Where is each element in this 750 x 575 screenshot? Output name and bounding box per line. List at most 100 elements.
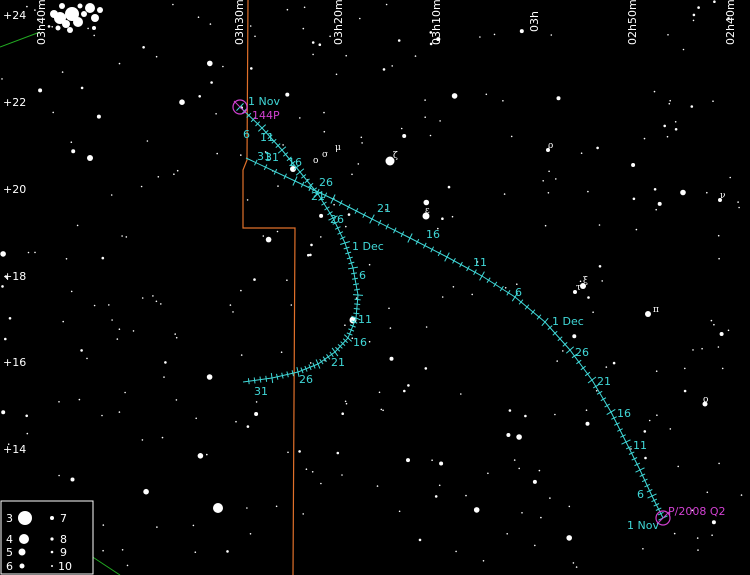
background-star [163,376,165,378]
background-star [302,27,305,30]
background-star [318,43,322,46]
background-star [101,414,103,417]
background-star [240,154,242,156]
star-name-label: ξ [583,276,588,286]
legend-mag-label: 8 [60,533,67,546]
ra-label: 03h [528,11,541,32]
background-star [718,257,720,260]
background-star [70,141,73,143]
background-star [587,296,590,299]
background-star [434,495,438,498]
star-name-label: o [703,395,708,405]
background-star [632,197,636,201]
background-star [38,88,43,93]
dec-label: +24 [3,9,26,22]
path-date-label: 16 [426,228,440,241]
background-star [710,319,713,322]
background-star [717,234,720,237]
background-star [655,208,657,211]
background-star [341,412,345,416]
background-star [439,120,441,122]
background-star [344,400,347,403]
background-star [52,111,54,114]
background-star [508,409,512,412]
legend-star-symbol [18,548,26,556]
star-name-label: τ [576,283,581,293]
background-star [402,134,407,138]
background-star [140,185,143,188]
background-star [141,297,144,299]
background-star [502,100,504,102]
background-star [250,67,253,70]
background-star [96,114,101,119]
background-star [403,389,406,393]
background-star [389,327,392,329]
background-star [197,453,204,459]
background-star [706,491,709,494]
background-star [425,326,428,328]
background-star [657,201,662,206]
cluster-star [73,17,83,27]
background-star [320,236,322,238]
background-star [380,408,383,411]
background-star [697,549,699,551]
background-star [142,46,145,49]
background-star [680,189,686,196]
background-star [254,35,256,38]
background-star [309,362,312,364]
background-star [452,286,455,288]
background-star [642,548,644,550]
ra-label: 03h20m [332,0,345,45]
comet-name-label: P/2008 Q2 [668,505,726,518]
background-star [701,347,703,350]
background-star [1,410,6,415]
background-star [280,351,283,354]
background-star [718,462,720,465]
background-star [669,99,671,102]
background-star [544,224,547,227]
background-star [303,6,306,9]
background-star [253,278,256,281]
background-star [549,497,551,499]
background-star [175,399,178,401]
legend-star-symbol [51,565,53,567]
background-star [516,434,522,440]
background-star [532,479,537,484]
path-date-label: 31 [254,385,268,398]
star-name-label: ο [313,156,318,166]
cluster-star [91,14,99,22]
background-star [471,293,474,296]
background-star [712,100,714,102]
background-star [1,285,4,288]
background-star [663,124,666,128]
background-star [674,121,677,123]
path-date-label: 6 [515,286,522,299]
background-star [351,173,353,176]
star-name-label: ν [720,191,725,201]
background-star [319,213,324,218]
background-star [572,334,577,339]
background-star [210,81,213,84]
background-star [400,127,403,130]
background-star [305,468,308,471]
background-star [336,451,340,455]
background-star [706,191,708,194]
background-star [347,213,351,216]
background-star [711,520,716,525]
path-date-label: 26 [330,213,344,226]
cluster-star [50,10,58,18]
background-star [612,361,616,365]
background-star [644,456,647,460]
background-star [506,533,509,535]
dec-label: +18 [3,270,26,283]
background-star [684,367,686,370]
background-star [424,367,428,370]
background-star [555,178,557,180]
background-star [70,290,73,293]
legend-mag-label: 5 [6,546,13,559]
background-star [398,510,401,513]
background-star [71,149,76,154]
dec-label: +14 [3,443,26,456]
background-star [643,137,646,140]
legend-star-symbol [50,516,54,520]
